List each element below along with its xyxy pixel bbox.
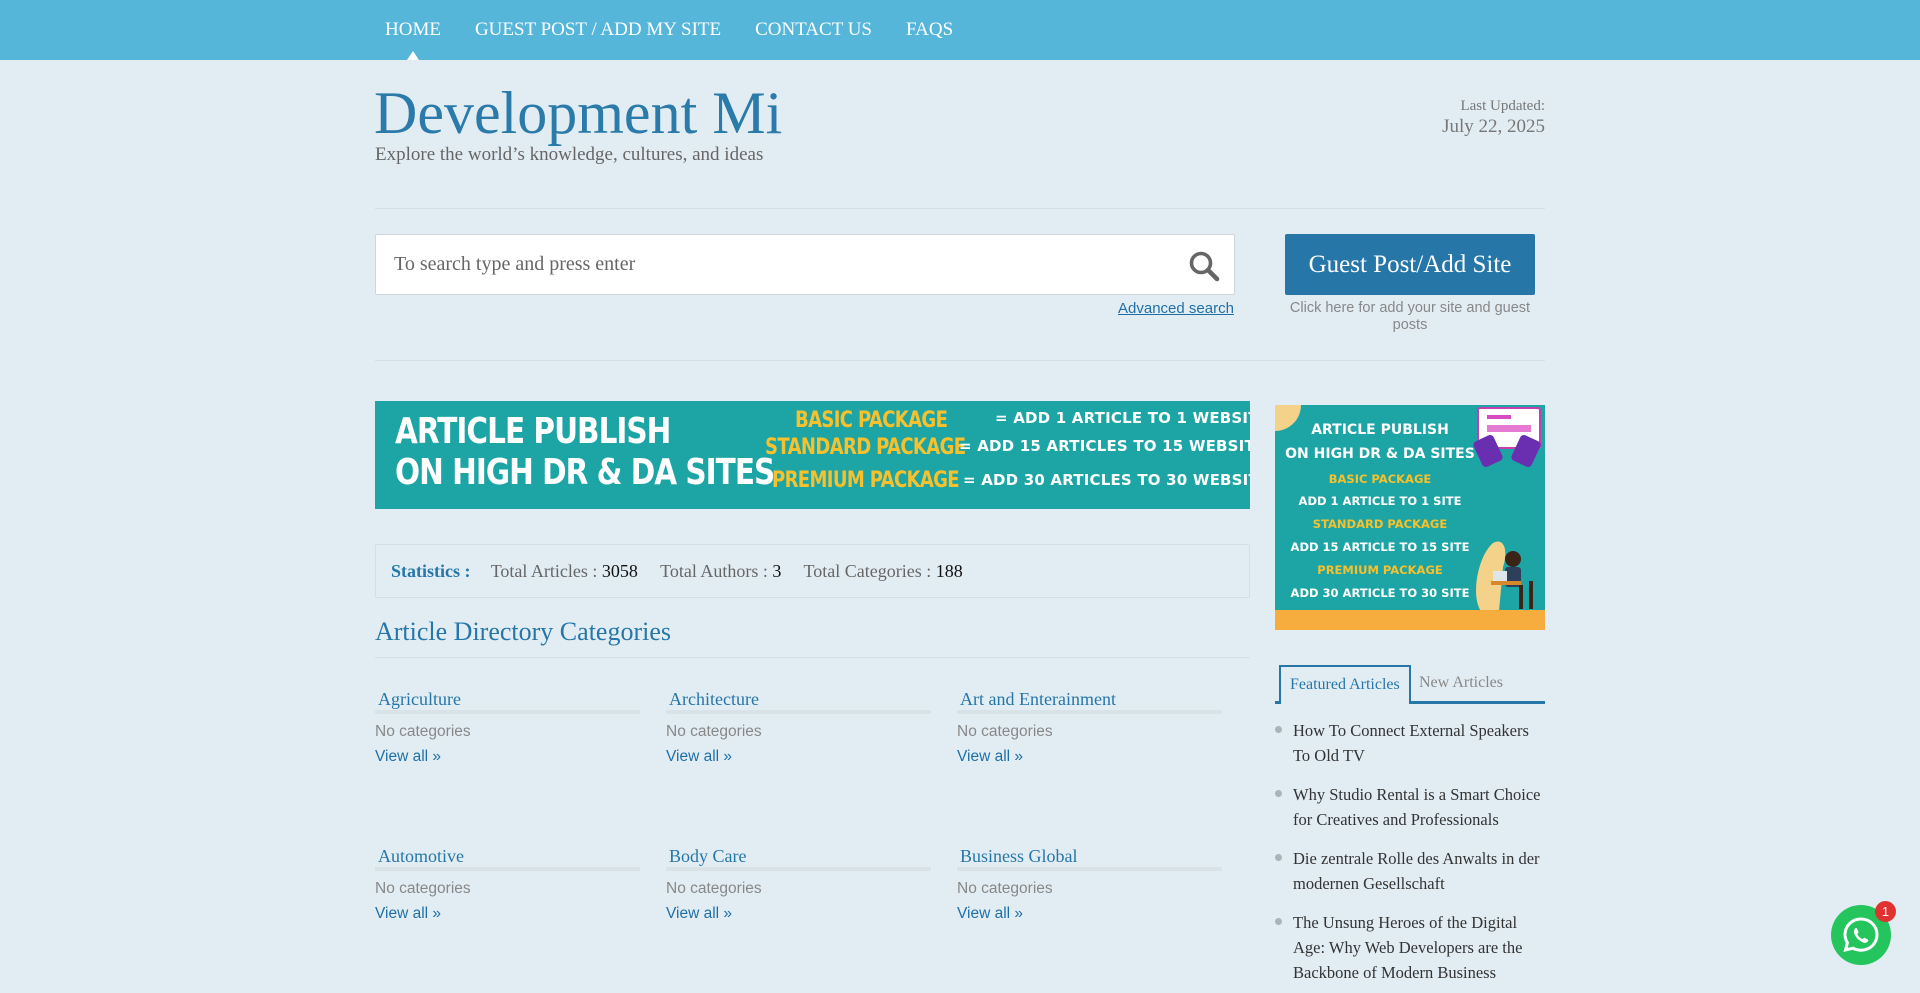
view-all-link[interactable]: View all » [375,905,640,923]
total-categories: Total Categories : 188 [804,561,963,581]
banner-wide-premium: PREMIUM PACKAGE [772,468,960,493]
category-card: Business Global No categories View all » [957,842,1222,923]
banner-side-line1: ARTICLE PUBLISH [1311,422,1449,438]
category-empty-note: No categories [957,880,1053,897]
banner-side-footer-strip [1275,610,1545,630]
view-all-link[interactable]: View all » [666,905,931,923]
featured-articles-list: How To Connect External Speakers To Old … [1275,718,1545,993]
top-nav: HOME GUEST POST / ADD MY SITE CONTACT US… [0,0,1920,60]
total-articles: Total Articles : 3058 [491,561,638,581]
nav-item-faqs[interactable]: FAQS [889,0,970,60]
header-divider [375,208,1545,209]
guest-post-note: Click here for add your site and guest p… [1289,300,1531,333]
banner-side-standard: STANDARD PACKAGE [1312,517,1448,531]
category-card: Body Care No categories View all » [666,842,931,923]
site-tagline: Explore the world’s knowledge, cultures,… [375,144,764,165]
banner-wide-line1: ARTICLE PUBLISH [395,411,671,452]
total-authors-label: Total Authors : [660,561,768,581]
nav-item-guest-post[interactable]: GUEST POST / ADD MY SITE [458,0,738,60]
view-all-link[interactable]: View all » [957,905,1222,923]
view-all-link[interactable]: View all » [957,748,1222,766]
statistics-label: Statistics : [391,561,471,581]
site-title[interactable]: Development Mi [374,78,782,148]
notification-badge: 1 [1875,901,1896,922]
banner-wide-premium-desc: = ADD 30 ARTICLES TO 30 WEBSITES [963,471,1250,489]
banner-side-line2: ON HIGH DR & DA SITES [1285,446,1475,462]
total-categories-value: 188 [935,561,963,581]
category-link[interactable]: Body Care [666,842,931,871]
category-card: Art and Enterainment No categories View … [957,685,1222,766]
view-all-link[interactable]: View all » [666,748,931,766]
total-articles-value: 3058 [601,561,638,581]
list-item[interactable]: Why Studio Rental is a Smart Choice for … [1275,782,1545,832]
view-all-link[interactable]: View all » [375,748,640,766]
category-link[interactable]: Architecture [666,685,931,714]
article-publish-banner-side[interactable]: ARTICLE PUBLISH ON HIGH DR & DA SITES BA… [1275,405,1545,630]
banner-wide-basic-desc: = ADD 1 ARTICLE TO 1 WEBSITE [995,409,1250,427]
search-input[interactable] [394,235,1174,294]
category-empty-note: No categories [957,723,1053,740]
nav-item-contact[interactable]: CONTACT US [738,0,889,60]
article-publish-banner-wide[interactable]: ARTICLE PUBLISH ON HIGH DR & DA SITES BA… [375,401,1250,509]
banner-side-premium-desc: ADD 30 ARTICLE TO 30 SITE [1290,586,1470,600]
tab-new-articles[interactable]: New Articles [1410,665,1512,703]
category-link[interactable]: Art and Enterainment [957,685,1222,714]
list-item[interactable]: The Unsung Heroes of the Digital Age: Wh… [1275,910,1545,985]
last-updated: Last Updated: July 22, 2025 [1442,98,1545,138]
search-divider [375,360,1545,361]
total-authors-value: 3 [772,561,782,581]
search-icon[interactable] [1188,250,1220,282]
list-item[interactable]: How To Connect External Speakers To Old … [1275,718,1545,768]
category-empty-note: No categories [666,880,762,897]
banner-side-premium: PREMIUM PACKAGE [1317,563,1443,577]
category-link[interactable]: Business Global [957,842,1222,871]
banner-side-basic-desc: ADD 1 ARTICLE TO 1 SITE [1298,494,1462,508]
total-articles-label: Total Articles : [490,561,598,581]
banner-wide-headline: ARTICLE PUBLISH ON HIGH DR & DA SITES [395,411,775,493]
total-authors: Total Authors : 3 [660,561,781,581]
banner-wide-basic: BASIC PACKAGE [795,408,948,433]
directory-title: Article Directory Categories [375,617,671,646]
banner-wide-standard: STANDARD PACKAGE [765,435,966,460]
banner-side-basic: BASIC PACKAGE [1328,472,1432,486]
banner-side-standard-desc: ADD 15 ARTICLE TO 15 SITE [1290,540,1470,554]
category-card: Architecture No categories View all » [666,685,931,766]
person-at-desk-illustration-icon [1476,541,1533,611]
tab-featured-articles[interactable]: Featured Articles [1279,665,1411,704]
banner-wide-standard-desc: = ADD 15 ARTICLES TO 15 WEBSITES [959,437,1250,455]
banner-wide-line2: ON HIGH DR & DA SITES [395,452,775,493]
sidebar-tabs: Featured Articles New Articles [1275,663,1545,704]
advanced-search-link[interactable]: Advanced search [1118,300,1234,317]
category-link[interactable]: Agriculture [375,685,640,714]
top-nav-list: HOME GUEST POST / ADD MY SITE CONTACT US… [368,0,970,60]
category-empty-note: No categories [375,723,471,740]
directory-divider [375,657,1250,658]
search-box [375,234,1235,295]
category-link[interactable]: Automotive [375,842,640,871]
statistics-bar: Statistics : Total Articles : 3058 Total… [375,544,1250,598]
list-item[interactable]: Die zentrale Rolle des Anwalts in der mo… [1275,846,1545,896]
total-categories-label: Total Categories : [803,561,932,581]
category-empty-note: No categories [375,880,471,897]
category-card: Agriculture No categories View all » [375,685,640,766]
category-card: Automotive No categories View all » [375,842,640,923]
last-updated-label: Last Updated: [1460,98,1545,114]
last-updated-date: July 22, 2025 [1442,116,1545,137]
guest-post-button[interactable]: Guest Post/Add Site [1285,234,1535,295]
category-empty-note: No categories [666,723,762,740]
nav-item-home[interactable]: HOME [368,0,458,60]
